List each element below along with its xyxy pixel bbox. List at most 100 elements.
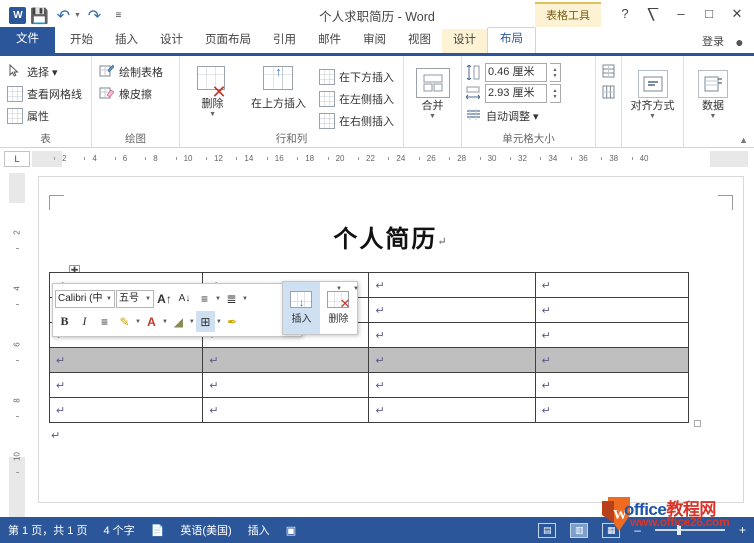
table-cell[interactable]: ↵ xyxy=(48,372,204,398)
shrink-font-icon[interactable]: A↓ xyxy=(175,288,194,309)
table-cell[interactable]: ↵ xyxy=(202,397,370,423)
table-cell[interactable]: ↵ xyxy=(534,322,690,348)
borders-dropdown-icon[interactable]: ▼ xyxy=(216,319,222,325)
column-width-value[interactable]: 2.93 厘米 xyxy=(485,84,547,103)
align-icon[interactable]: ≡ xyxy=(95,311,114,332)
mini-format-toolbar[interactable]: Calibri (中 ▼ 五号 ▼ A↑ A↓ ≡ ▼ ≣ ▼ B I ≡ ✎ … xyxy=(52,283,302,337)
tab-review[interactable]: 审阅 xyxy=(352,29,397,53)
table-cell[interactable]: ↵ xyxy=(534,347,690,373)
table-cell[interactable]: ↵ xyxy=(368,297,536,323)
tab-table-layout[interactable]: 布局 xyxy=(487,27,536,53)
mini-insert-dropdown-icon[interactable]: ▼ xyxy=(336,286,342,292)
save-icon[interactable]: 💾 xyxy=(29,6,50,26)
shading-dropdown-icon[interactable]: ▼ xyxy=(189,319,195,325)
table-row[interactable]: ↵ ↵ ↵ ↵ xyxy=(48,397,690,423)
table-cell[interactable]: ↵ xyxy=(534,272,690,298)
row-height-control[interactable]: 0.46 厘米 ▲ ▼ xyxy=(466,63,561,82)
delete-dropdown-icon[interactable]: ▼ xyxy=(209,111,216,118)
font-size-box[interactable]: 五号 ▼ xyxy=(116,289,154,308)
proofing-icon[interactable]: 📄 xyxy=(151,524,165,537)
zoom-in-button[interactable]: + xyxy=(739,523,746,537)
alignment-button[interactable]: 对齐方式 ▼ xyxy=(626,67,679,123)
font-name-box[interactable]: Calibri (中 ▼ xyxy=(55,289,115,308)
undo-icon[interactable]: ↶ xyxy=(53,6,74,26)
tab-design[interactable]: 设计 xyxy=(149,29,194,53)
tab-home[interactable]: 开始 xyxy=(59,29,104,53)
numbering-dropdown-icon[interactable]: ▼ xyxy=(242,296,248,302)
word-count[interactable]: 4 个字 xyxy=(103,522,134,538)
table-cell[interactable]: ↵ xyxy=(368,322,536,348)
autofit-button[interactable]: 自动调整 ▾ xyxy=(466,105,544,126)
italic-icon[interactable]: I xyxy=(75,311,94,332)
language-indicator[interactable]: 英语(美国) xyxy=(180,522,231,538)
document-page[interactable]: 个人简历↵ ✚ ↵↵↵↵↵↵↵↵↵↵↵↵↵↵↵↵↵↵↵↵↵↵↵↵ ↵ xyxy=(38,176,744,503)
vertical-ruler[interactable]: 2 4 6 8 10 xyxy=(9,173,25,517)
font-name-dropdown-icon[interactable]: ▼ xyxy=(106,291,112,307)
font-size-dropdown-icon[interactable]: ▼ xyxy=(145,291,151,307)
insert-mode-indicator[interactable]: 插入 xyxy=(248,522,270,538)
bold-icon[interactable]: B xyxy=(55,311,74,332)
distribute-rows-icon[interactable] xyxy=(601,64,617,80)
redo-icon[interactable]: ↷ xyxy=(84,6,105,26)
tab-mailings[interactable]: 邮件 xyxy=(307,29,352,53)
data-dropdown-icon[interactable]: ▼ xyxy=(710,113,717,120)
tab-references[interactable]: 引用 xyxy=(262,29,307,53)
merge-dropdown-icon[interactable]: ▼ xyxy=(429,113,436,120)
maximize-button[interactable]: □ xyxy=(696,3,722,24)
bullets-icon[interactable]: ≡ xyxy=(195,288,214,309)
close-button[interactable]: ✕ xyxy=(724,3,750,24)
table-cell[interactable]: ↵ xyxy=(202,372,370,398)
zoom-slider[interactable] xyxy=(654,525,725,535)
merge-button[interactable]: 合并 ▼ xyxy=(408,65,457,123)
tab-page-layout[interactable]: 页面布局 xyxy=(194,29,262,53)
page-info[interactable]: 第 1 页，共 1 页 xyxy=(8,522,87,538)
select-button[interactable]: 选择 ▾ xyxy=(4,61,87,82)
eraser-button[interactable]: 橡皮擦 xyxy=(96,83,168,104)
table-cell[interactable]: ↵ xyxy=(534,372,690,398)
insert-below-button[interactable]: 在下方插入 xyxy=(316,66,399,87)
row-height-value[interactable]: 0.46 厘米 xyxy=(485,63,547,82)
row-height-spinner[interactable]: ▲ ▼ xyxy=(550,63,561,82)
zoom-out-button[interactable]: – xyxy=(634,523,641,537)
shading-icon[interactable]: ◢ xyxy=(169,311,188,332)
mini-insert-button[interactable]: ↓ 插入 xyxy=(283,282,320,334)
highlight-dropdown-icon[interactable]: ▼ xyxy=(135,319,141,325)
horizontal-ruler[interactable]: 2 4 6 8 10 12 14 16 18 20 22 24 26 28 30 32 34 36 38 40 xyxy=(32,151,748,167)
zoom-slider-knob[interactable] xyxy=(676,525,681,535)
table-resize-handle[interactable] xyxy=(694,420,701,427)
tab-stop-selector[interactable]: L xyxy=(4,151,30,167)
print-layout-icon[interactable]: ▥ xyxy=(570,522,589,538)
table-cell[interactable]: ↵ xyxy=(368,372,536,398)
ribbon-display-options-button[interactable]: ⎲ xyxy=(640,3,666,24)
chevron-up-icon[interactable]: ▲ xyxy=(739,135,748,145)
table-cell[interactable]: ↵ xyxy=(534,297,690,323)
borders-icon[interactable]: ⊞ xyxy=(195,311,215,332)
table-cell[interactable]: ↵ xyxy=(48,397,204,423)
help-button[interactable]: ? xyxy=(612,3,638,24)
table-row[interactable]: ↵ ↵ ↵ ↵ xyxy=(48,372,690,398)
tab-table-design[interactable]: 设计 xyxy=(442,29,487,53)
column-width-spinner[interactable]: ▲ ▼ xyxy=(550,84,561,103)
table-cell[interactable]: ↵ xyxy=(202,347,370,373)
tab-insert[interactable]: 插入 xyxy=(104,29,149,53)
undo-dropdown-icon[interactable]: ▼ xyxy=(74,12,81,19)
distribute-columns-icon[interactable] xyxy=(601,85,617,101)
insert-right-button[interactable]: 在右侧插入 xyxy=(316,110,399,131)
tab-file[interactable]: 文件 xyxy=(0,27,55,53)
properties-button[interactable]: 属性 xyxy=(4,105,87,126)
table-cell[interactable]: ↵ xyxy=(48,347,204,373)
account-avatar-icon[interactable]: ● xyxy=(730,32,749,51)
table-cell[interactable]: ↵ xyxy=(368,397,536,423)
column-width-control[interactable]: 2.93 厘米 ▲ ▼ xyxy=(465,84,561,103)
font-color-dropdown-icon[interactable]: ▼ xyxy=(162,319,168,325)
mini-delete-dropdown-icon[interactable]: ▼ xyxy=(353,286,359,292)
insert-above-button[interactable]: ↑ 在上方插入 xyxy=(243,63,314,113)
table-cell[interactable]: ↵ xyxy=(368,347,536,373)
font-color-icon[interactable]: A xyxy=(142,311,161,332)
table-row[interactable]: ↵ ↵ ↵ ↵ xyxy=(48,347,690,373)
format-painter-icon[interactable]: ✒ xyxy=(223,311,242,332)
highlight-icon[interactable]: ✎ xyxy=(115,311,134,332)
table-cell[interactable]: ↵ xyxy=(534,397,690,423)
numbering-icon[interactable]: ≣ xyxy=(222,288,241,309)
insert-left-button[interactable]: 在左侧插入 xyxy=(316,88,399,109)
